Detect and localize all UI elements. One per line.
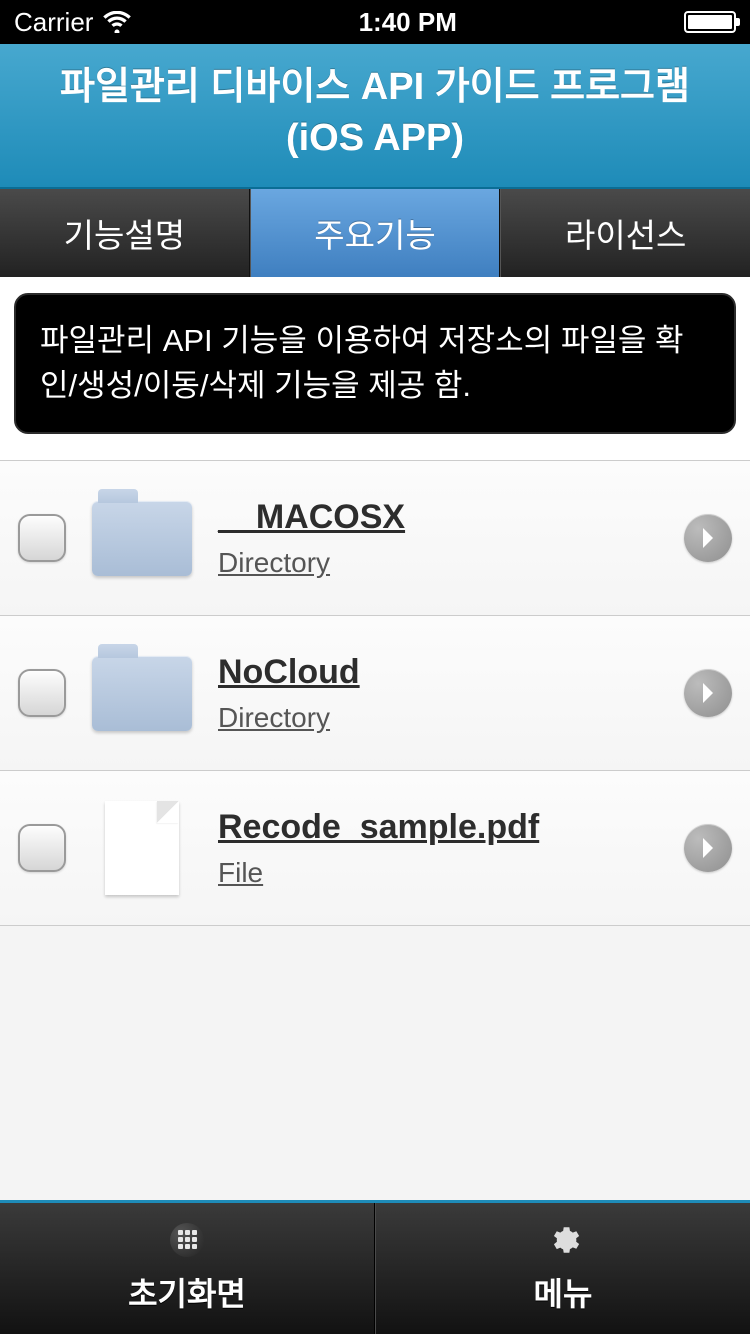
list-item[interactable]: Recode_sample.pdf File: [0, 771, 750, 925]
folder-icon: [92, 491, 192, 585]
app-header: 파일관리 디바이스 API 가이드 프로그램 (iOS APP): [0, 44, 750, 189]
list-item[interactable]: NoCloud Directory: [0, 616, 750, 771]
chevron-right-icon[interactable]: [684, 669, 732, 717]
menu-button[interactable]: 메뉴: [375, 1203, 750, 1334]
item-type: File: [218, 857, 658, 889]
status-bar: Carrier 1:40 PM: [0, 0, 750, 44]
item-text: Recode_sample.pdf File: [218, 808, 658, 889]
item-name[interactable]: Recode_sample.pdf: [218, 808, 658, 847]
wifi-icon: [103, 11, 131, 33]
item-name[interactable]: NoCloud: [218, 653, 658, 692]
file-list: __MACOSX Directory NoCloud Directory Rec…: [0, 460, 750, 926]
status-left: Carrier: [14, 7, 131, 38]
clock: 1:40 PM: [359, 7, 457, 38]
home-label: 초기화면: [128, 1269, 246, 1315]
tab-license[interactable]: 라이선스: [500, 189, 750, 277]
checkbox[interactable]: [18, 669, 66, 717]
item-text: NoCloud Directory: [218, 653, 658, 734]
file-icon: [92, 801, 192, 895]
gear-icon: [546, 1223, 580, 1257]
checkbox[interactable]: [18, 514, 66, 562]
item-type: Directory: [218, 702, 658, 734]
description-container: 파일관리 API 기능을 이용하여 저장소의 파일을 확인/생성/이동/삭제 기…: [0, 277, 750, 461]
home-button[interactable]: 초기화면: [0, 1203, 375, 1334]
tab-description[interactable]: 기능설명: [0, 189, 250, 277]
chevron-right-icon[interactable]: [684, 514, 732, 562]
carrier-label: Carrier: [14, 7, 93, 38]
checkbox[interactable]: [18, 824, 66, 872]
grid-icon: [170, 1223, 204, 1257]
header-title-line1: 파일관리 디바이스 API 가이드 프로그램: [20, 62, 730, 113]
tab-bar: 기능설명 주요기능 라이선스: [0, 189, 750, 277]
header-title-line2: (iOS APP): [20, 113, 730, 164]
list-item[interactable]: __MACOSX Directory: [0, 461, 750, 616]
menu-label: 메뉴: [534, 1269, 593, 1315]
tab-main-features[interactable]: 주요기능: [250, 189, 501, 277]
status-right: [684, 11, 736, 33]
folder-icon: [92, 646, 192, 740]
bottom-toolbar: 초기화면 메뉴: [0, 1200, 750, 1334]
battery-icon: [684, 11, 736, 33]
item-name[interactable]: __MACOSX: [218, 498, 658, 537]
item-type: Directory: [218, 547, 658, 579]
description-text: 파일관리 API 기능을 이용하여 저장소의 파일을 확인/생성/이동/삭제 기…: [14, 293, 736, 435]
chevron-right-icon[interactable]: [684, 824, 732, 872]
item-text: __MACOSX Directory: [218, 498, 658, 579]
